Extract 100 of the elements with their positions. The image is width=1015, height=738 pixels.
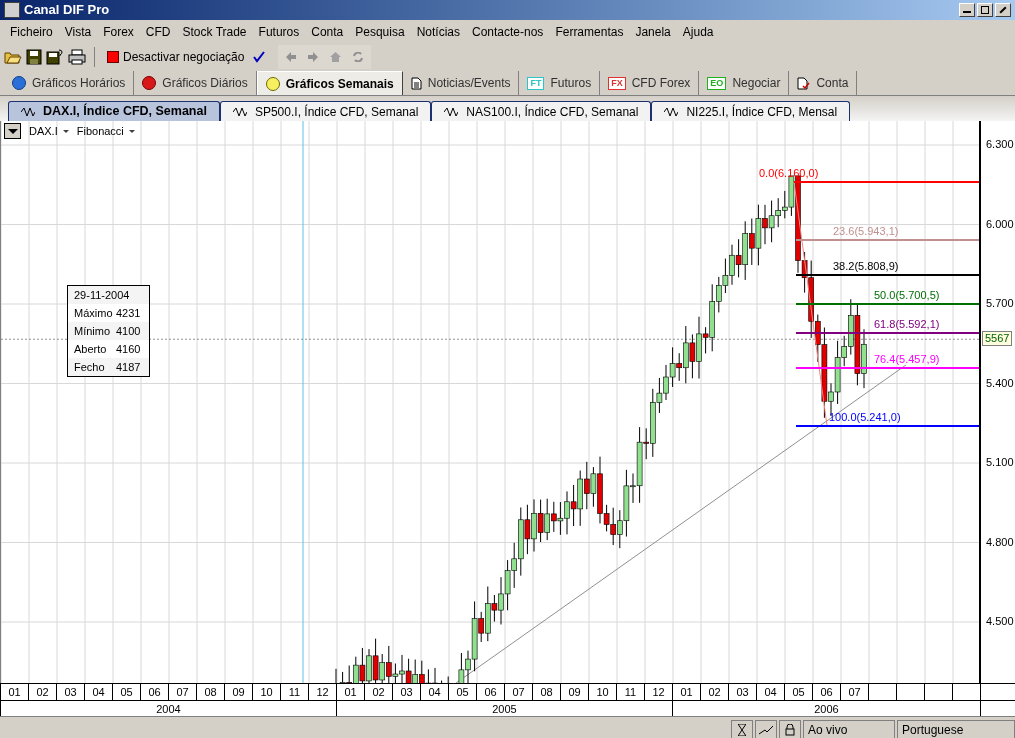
tooltip-label: Fecho bbox=[74, 359, 106, 375]
month-label: 03 bbox=[57, 684, 85, 700]
menu-item[interactable]: Futuros bbox=[252, 22, 306, 41]
section-tab[interactable]: Gráficos Horários bbox=[4, 71, 135, 95]
month-label: 01 bbox=[337, 684, 365, 700]
month-label: 08 bbox=[197, 684, 225, 700]
minimize-icon bbox=[963, 11, 971, 13]
month-label: 11 bbox=[617, 684, 645, 700]
chart-dropdown[interactable]: Fibonacci bbox=[76, 123, 135, 140]
month-label: 10 bbox=[589, 684, 617, 700]
wave-icon bbox=[664, 106, 679, 117]
stop-icon bbox=[107, 51, 119, 63]
menu-item[interactable]: Ficheiro bbox=[4, 22, 59, 41]
chart-tab[interactable]: NI225.I, Índice CFD, Mensal bbox=[651, 101, 851, 121]
fibonacci-level-label: 61.8(5.592,1) bbox=[874, 318, 940, 330]
minimize-button[interactable] bbox=[959, 3, 975, 17]
month-label: 07 bbox=[505, 684, 533, 700]
app-logo-icon bbox=[4, 2, 20, 18]
section-tab[interactable]: Gráficos Diários bbox=[134, 71, 257, 95]
price-axis-label: 5.400 bbox=[986, 377, 1014, 389]
section-tab[interactable]: Gráficos Semanais bbox=[256, 71, 403, 95]
caret-icon bbox=[7, 128, 18, 134]
month-label: 02 bbox=[365, 684, 393, 700]
month-label: 11 bbox=[281, 684, 309, 700]
tooltip-label: Máximo bbox=[74, 305, 114, 321]
month-label: 04 bbox=[421, 684, 449, 700]
section-tab[interactable]: EO Negociar bbox=[699, 71, 790, 95]
chart-tab[interactable]: NAS100.I, Índice CFD, Semanal bbox=[431, 101, 652, 121]
badge-icon: FX bbox=[608, 76, 626, 90]
month-label: 02 bbox=[701, 684, 729, 700]
month-label: 12 bbox=[645, 684, 673, 700]
month-label: 08 bbox=[533, 684, 561, 700]
menu-item[interactable]: Pesquisa bbox=[349, 22, 411, 41]
menu-item[interactable]: Stock Trade bbox=[176, 22, 253, 41]
print-icon[interactable] bbox=[68, 49, 86, 65]
price-axis-label: 4.500 bbox=[986, 616, 1014, 627]
caret-icon bbox=[128, 129, 135, 133]
warning-icon bbox=[265, 76, 280, 91]
trading-toggle-button[interactable]: Desactivar negociação bbox=[103, 46, 249, 68]
tooltip-label: Mínimo bbox=[74, 323, 112, 339]
menu-item[interactable]: Conta bbox=[305, 22, 350, 41]
wave-icon bbox=[444, 106, 459, 117]
status-language: Portuguese bbox=[897, 720, 1015, 738]
current-price-label: 5567 bbox=[982, 331, 1013, 347]
save-icon[interactable] bbox=[26, 49, 42, 65]
connection-icon bbox=[755, 720, 777, 738]
section-tab[interactable]: Conta bbox=[789, 71, 858, 95]
menu-item[interactable]: Vista bbox=[58, 22, 98, 41]
menu-item[interactable]: Notícias bbox=[410, 22, 466, 41]
month-label: 06 bbox=[813, 684, 841, 700]
chart-tab[interactable]: SP500.I, Índice CFD, Semanal bbox=[219, 101, 432, 121]
chart-menu-button[interactable] bbox=[4, 123, 21, 140]
month-label: 12 bbox=[309, 684, 337, 700]
menu-item[interactable]: Janela bbox=[629, 22, 677, 41]
save-as-icon[interactable] bbox=[46, 49, 64, 65]
tooltip-date: 29-11-2004 bbox=[68, 286, 149, 304]
wave-icon bbox=[21, 106, 35, 117]
year-label: 2006 bbox=[673, 701, 981, 716]
section-tab[interactable]: Noticias/Events bbox=[402, 71, 520, 95]
menu-item[interactable]: CFD bbox=[139, 22, 177, 41]
chart-tab[interactable]: DAX.I, Índice CFD, Semanal bbox=[8, 101, 220, 121]
open-folder-icon[interactable] bbox=[4, 49, 22, 65]
fibonacci-level-label: 76.4(5.457,9) bbox=[874, 354, 940, 366]
section-tab[interactable]: FT Futuros bbox=[519, 71, 601, 95]
checkmark-icon[interactable] bbox=[252, 50, 267, 64]
badge-icon: FT bbox=[527, 76, 545, 90]
caret-icon bbox=[62, 129, 69, 133]
restore-icon bbox=[981, 6, 989, 14]
menu-item[interactable]: Contacte-nos bbox=[466, 22, 550, 41]
price-axis-label: 5.700 bbox=[986, 298, 1014, 309]
month-label: 02 bbox=[29, 684, 57, 700]
section-tab[interactable]: FX CFD Forex bbox=[600, 71, 700, 95]
price-axis-label: 6.300 bbox=[986, 139, 1014, 150]
month-label: 07 bbox=[169, 684, 197, 700]
month-label: 10 bbox=[253, 684, 281, 700]
lock-icon bbox=[779, 720, 801, 738]
month-label: 07 bbox=[841, 684, 869, 700]
menu-item[interactable]: Ajuda bbox=[676, 22, 720, 41]
restore-button[interactable] bbox=[977, 3, 993, 17]
tooltip-label: Aberto bbox=[74, 341, 108, 357]
month-label: 01 bbox=[1, 684, 29, 700]
tooltip-value: 4160 bbox=[116, 341, 141, 357]
status-mode: Ao vivo bbox=[803, 720, 895, 738]
month-label: 03 bbox=[393, 684, 421, 700]
chart-dropdown[interactable]: DAX.I bbox=[29, 123, 69, 140]
window-title: Canal DIF Pro bbox=[24, 1, 110, 20]
fibonacci-level-label: 0.0(6.160,0) bbox=[759, 168, 819, 180]
menu-item[interactable]: Forex bbox=[97, 22, 140, 41]
price-axis-label: 4.800 bbox=[986, 536, 1014, 548]
month-label: 05 bbox=[113, 684, 141, 700]
document-check-icon bbox=[797, 76, 811, 90]
month-label: 05 bbox=[449, 684, 477, 700]
info-icon bbox=[12, 76, 26, 90]
month-label: 09 bbox=[561, 684, 589, 700]
alert-icon bbox=[142, 76, 157, 90]
hourglass-icon bbox=[731, 720, 753, 738]
year-label: 2005 bbox=[337, 701, 673, 716]
year-label: 2004 bbox=[1, 701, 337, 716]
fibonacci-level-label: 23.6(5.943,1) bbox=[833, 225, 899, 237]
menu-item[interactable]: Ferramentas bbox=[549, 22, 630, 41]
